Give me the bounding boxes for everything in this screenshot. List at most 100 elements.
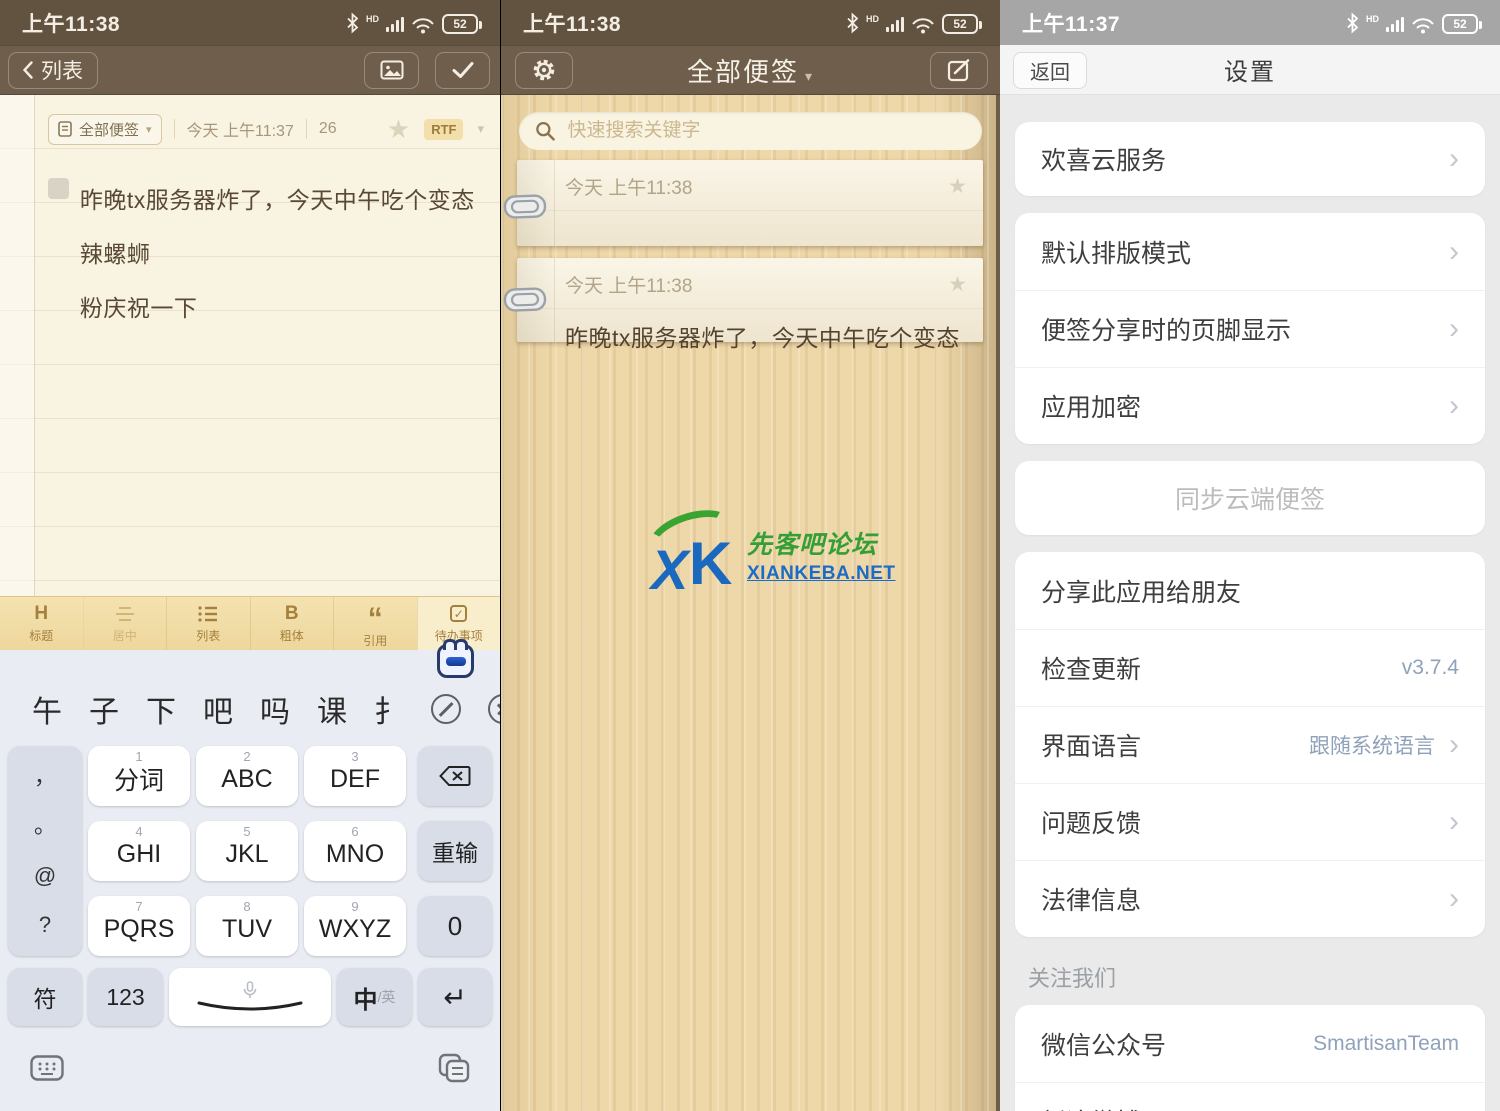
wifi-icon bbox=[412, 17, 434, 33]
notebook-name: 全部便签 bbox=[79, 121, 140, 139]
format-bold-button[interactable]: B 粗体 bbox=[249, 597, 334, 650]
note-card[interactable]: 今天 上午11:38 ★ bbox=[503, 160, 983, 246]
card-star-icon[interactable]: ★ bbox=[948, 176, 967, 197]
candidate[interactable]: 下 bbox=[146, 687, 176, 731]
battery-icon: 52 bbox=[1442, 13, 1482, 34]
key-9[interactable]: 9 WXYZ bbox=[304, 896, 406, 956]
keyboard-bottom-row: 符 123 中/英 ↵ bbox=[8, 968, 492, 1026]
sync-cloud-notes-button[interactable]: 同步云端便签 bbox=[1015, 461, 1485, 535]
key-2[interactable]: 2 ABC bbox=[196, 746, 298, 806]
watermark-logo: X K bbox=[642, 500, 740, 601]
editor-toolbar-top: 列表 bbox=[0, 45, 500, 95]
setting-row-default-layout[interactable]: 默认排版模式 › bbox=[1015, 213, 1485, 290]
key-6[interactable]: 6 MNO bbox=[304, 821, 406, 881]
language-toggle-key[interactable]: 中/英 bbox=[337, 968, 412, 1026]
new-note-button[interactable] bbox=[930, 51, 988, 89]
search-bar[interactable] bbox=[519, 112, 982, 150]
todo-checkbox[interactable] bbox=[48, 178, 69, 199]
candidate[interactable]: 子 bbox=[89, 687, 119, 731]
format-list-button[interactable]: 列表 bbox=[166, 597, 250, 650]
rtf-badge[interactable]: RTF bbox=[424, 118, 464, 140]
candidate[interactable]: 扌 bbox=[374, 687, 404, 731]
favorite-star-icon[interactable]: ★ bbox=[387, 116, 410, 142]
follow-us-header: 关注我们 bbox=[1028, 966, 1117, 991]
setting-row-share-app[interactable]: 分享此应用给朋友 bbox=[1015, 552, 1485, 629]
wifi-icon bbox=[912, 17, 934, 33]
setting-row-cloud-service[interactable]: 欢喜云服务 › bbox=[1015, 122, 1485, 196]
keyboard: 午 子 下 吧 吗 课 扌 ， 。 @ ? 1 分词 2 ABC 3 DEF 4… bbox=[0, 639, 500, 1111]
search-input[interactable] bbox=[565, 119, 966, 143]
search-icon bbox=[536, 121, 555, 141]
bluetooth-icon bbox=[1347, 11, 1359, 34]
back-button-label: 列表 bbox=[41, 60, 83, 83]
key-0[interactable]: 0 bbox=[418, 896, 492, 956]
panel-note-editor: 上午11:38 HD 52 列表 全部便签 ▾ 今天 上午11:37 26 ★ … bbox=[0, 0, 500, 1111]
notebook-selector[interactable]: 全部便签 ▾ bbox=[48, 113, 162, 145]
candidate[interactable]: 午 bbox=[32, 687, 62, 731]
format-toolbar: H 标题 居中 列表 B 粗体 “ 引用 ✓ 待办事项 bbox=[0, 596, 500, 650]
list-title[interactable]: 全部便签 ▾ bbox=[501, 52, 1000, 89]
setting-row-app-lock[interactable]: 应用加密 › bbox=[1015, 367, 1485, 444]
enter-key[interactable]: ↵ bbox=[418, 968, 492, 1026]
watermark: X K 先客吧论坛 XIANKEBA.NET bbox=[642, 500, 895, 601]
setting-row-feedback[interactable]: 问题反馈 › bbox=[1015, 783, 1485, 860]
note-char-count: 26 bbox=[318, 120, 337, 137]
symbols-key[interactable]: 符 bbox=[8, 968, 82, 1026]
back-button[interactable]: 返回 bbox=[1013, 52, 1087, 89]
card-star-icon[interactable]: ★ bbox=[948, 274, 967, 295]
insert-image-button[interactable] bbox=[364, 51, 419, 89]
mic-icon bbox=[243, 981, 257, 998]
format-center-button[interactable]: 居中 bbox=[82, 597, 167, 650]
battery-icon: 52 bbox=[942, 13, 982, 34]
align-center-icon bbox=[115, 604, 135, 624]
setting-row-share-footer[interactable]: 便签分享时的页脚显示 › bbox=[1015, 290, 1485, 367]
candidate-row: 午 子 下 吧 吗 课 扌 bbox=[32, 680, 500, 738]
note-content[interactable]: 昨晚tx服务器炸了，今天中午吃个变态辣螺蛳 粉庆祝一下 bbox=[0, 147, 500, 335]
key-1[interactable]: 1 分词 bbox=[88, 746, 190, 806]
input-assistant-icon[interactable] bbox=[437, 639, 474, 678]
battery-level: 52 bbox=[453, 16, 467, 31]
clipboard-icon[interactable] bbox=[438, 1053, 470, 1083]
meta-collapse-icon[interactable]: ▾ bbox=[477, 121, 484, 137]
keyboard-switch-icon[interactable] bbox=[30, 1055, 64, 1081]
close-candidates-icon[interactable] bbox=[488, 694, 500, 724]
chevron-right-icon: › bbox=[1449, 312, 1459, 345]
settings-button[interactable] bbox=[515, 51, 573, 89]
chevron-right-icon: › bbox=[1449, 882, 1459, 915]
space-key[interactable] bbox=[169, 968, 331, 1026]
key-4[interactable]: 4 GHI bbox=[88, 821, 190, 881]
setting-row-weibo[interactable]: 新浪微博 @SmartisanOS bbox=[1015, 1082, 1485, 1111]
candidate[interactable]: 吗 bbox=[260, 687, 290, 731]
check-icon bbox=[452, 62, 473, 78]
card-body bbox=[517, 211, 983, 221]
notebook-dropdown-icon: ▾ bbox=[146, 123, 152, 136]
note-card[interactable]: 今天 上午11:38 ★ 昨晚tx服务器炸了，今天中午吃个变态 bbox=[503, 258, 983, 351]
key-7[interactable]: 7 PQRS bbox=[88, 896, 190, 956]
candidate[interactable]: 吧 bbox=[203, 687, 233, 731]
back-to-list-button[interactable]: 列表 bbox=[8, 51, 98, 89]
retype-key[interactable]: 重输 bbox=[418, 821, 492, 881]
wifi-icon bbox=[1412, 17, 1434, 33]
candidate[interactable]: 课 bbox=[317, 687, 347, 731]
t9-grid: ， 。 @ ? 1 分词 2 ABC 3 DEF 4 GHI 5 JKL 6 MNO 7 PQ… bbox=[8, 746, 492, 956]
key-5[interactable]: 5 JKL bbox=[196, 821, 298, 881]
setting-row-legal[interactable]: 法律信息 › bbox=[1015, 860, 1485, 937]
key-8[interactable]: 8 TUV bbox=[196, 896, 298, 956]
setting-row-ui-language[interactable]: 界面语言 跟随系统语言 › bbox=[1015, 706, 1485, 783]
setting-row-check-update[interactable]: 检查更新 v3.7.4 bbox=[1015, 629, 1485, 706]
expand-candidates-icon[interactable] bbox=[431, 694, 461, 724]
format-quote-button[interactable]: “ 引用 bbox=[333, 597, 417, 650]
panel-notes-list: 上午11:38 HD 52 全部便签 ▾ 快速搜索关键字 今天 上午11:38 … bbox=[500, 0, 1000, 1111]
signal-icon bbox=[386, 16, 404, 32]
battery-icon: 52 bbox=[442, 13, 482, 34]
confirm-button[interactable] bbox=[435, 51, 490, 89]
setting-row-wechat[interactable]: 微信公众号 SmartisanTeam bbox=[1015, 1005, 1485, 1082]
hd-indicator: HD bbox=[1366, 13, 1379, 24]
numbers-key[interactable]: 123 bbox=[88, 968, 163, 1026]
format-heading-button[interactable]: H 标题 bbox=[0, 597, 83, 650]
quote-icon: “ bbox=[367, 601, 383, 635]
key-3[interactable]: 3 DEF bbox=[304, 746, 406, 806]
heading-icon: H bbox=[34, 602, 49, 624]
backspace-key[interactable] bbox=[418, 746, 492, 806]
punctuation-strip[interactable]: ， 。 @ ? bbox=[8, 746, 82, 956]
